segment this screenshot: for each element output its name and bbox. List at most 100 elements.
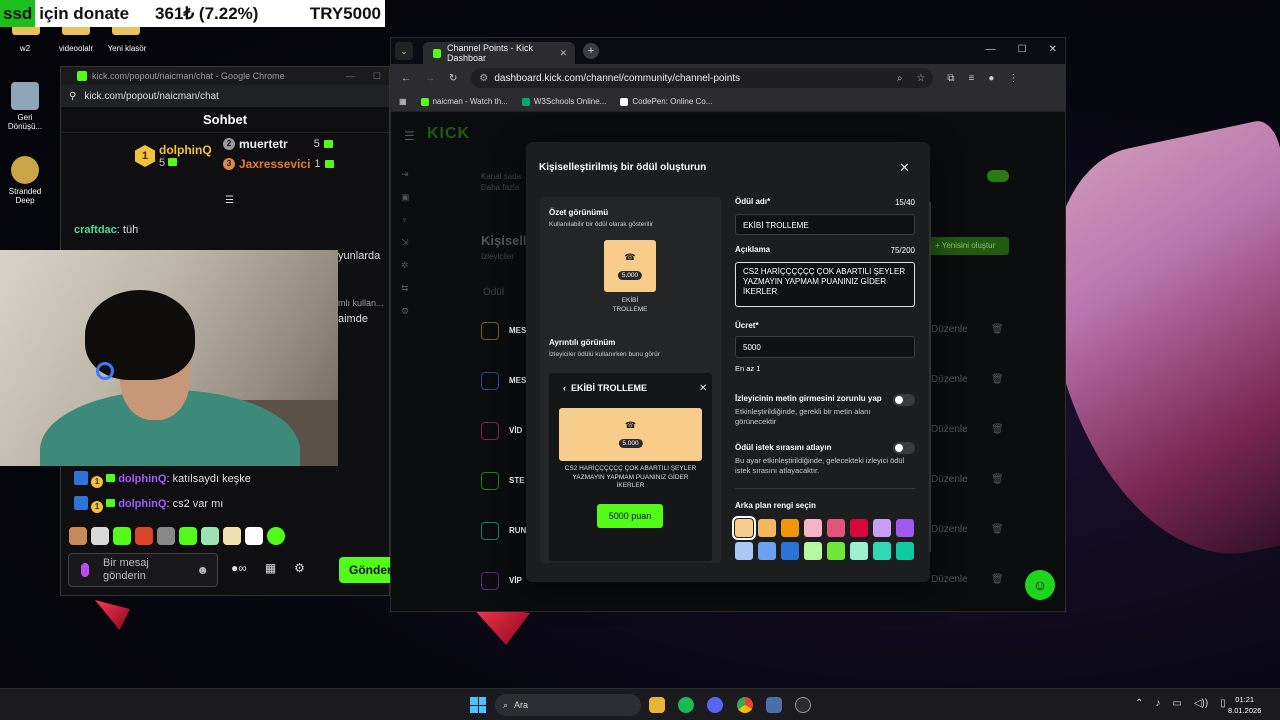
chevron-left-icon[interactable]: ‹ xyxy=(563,383,566,393)
chevron-up-icon[interactable]: ⌃ xyxy=(1135,698,1143,709)
desktop-icon-yeni-klasor[interactable]: Yeni klasör xyxy=(99,44,155,53)
color-swatch[interactable] xyxy=(781,542,799,560)
channel-points-icon[interactable]: ●∞ xyxy=(231,561,247,575)
emote-icon[interactable] xyxy=(91,527,109,545)
spotify-icon[interactable] xyxy=(678,697,694,713)
chrome-icon[interactable] xyxy=(737,697,753,713)
modal-scrollbar[interactable] xyxy=(929,202,931,552)
channel-points-toggle[interactable] xyxy=(987,170,1009,182)
close-icon[interactable]: ✕ xyxy=(1049,44,1057,55)
leaderboard-first[interactable]: 1 dolphinQ 5 xyxy=(135,143,212,169)
battery-icon[interactable]: ▯ xyxy=(1220,698,1226,709)
apps-icon[interactable]: ▦ xyxy=(399,97,407,106)
reload-icon[interactable]: ↻ xyxy=(449,73,457,84)
chat-url-bar[interactable]: ⚲ kick.com/popout/naicman/chat xyxy=(61,85,389,107)
color-swatch[interactable] xyxy=(896,519,914,537)
display-icon[interactable]: ▭ xyxy=(1172,698,1181,709)
file-explorer-icon[interactable] xyxy=(649,697,665,713)
sidebar-icon[interactable]: ⇲ xyxy=(401,237,410,248)
microphone-icon[interactable] xyxy=(81,563,89,577)
sidebar-icon[interactable]: ⇥ xyxy=(401,169,410,180)
color-swatch[interactable] xyxy=(873,519,891,537)
color-swatch[interactable] xyxy=(758,519,776,537)
maximize-icon[interactable]: ☐ xyxy=(373,71,381,82)
site-info-icon[interactable]: ⚲ xyxy=(69,91,76,102)
collapse-icon[interactable]: ☰ xyxy=(225,195,234,206)
emote-icon[interactable] xyxy=(157,527,175,545)
color-swatch[interactable] xyxy=(873,542,891,560)
emoji-icon[interactable]: ☻ xyxy=(196,563,209,577)
chat-message-input[interactable]: Bir mesaj gönderin ☻ xyxy=(68,553,218,587)
skip-queue-toggle[interactable] xyxy=(893,442,915,454)
leaderboard-third[interactable]: 3 Jaxressevici 1 xyxy=(223,157,334,171)
steam-icon[interactable] xyxy=(795,697,811,713)
minimize-icon[interactable]: — xyxy=(986,44,996,55)
emote-icon[interactable] xyxy=(69,527,87,545)
sidebar-icon[interactable]: ▣ xyxy=(401,192,410,203)
maximize-icon[interactable]: ☐ xyxy=(1018,44,1027,55)
site-info-icon[interactable]: ⚙ xyxy=(479,73,488,84)
support-chat-button[interactable]: ☺ xyxy=(1025,570,1055,600)
color-swatch[interactable] xyxy=(896,542,914,560)
profile-avatar[interactable]: ● xyxy=(988,73,994,84)
emote-icon[interactable] xyxy=(201,527,219,545)
forward-icon[interactable]: → xyxy=(425,73,435,84)
bookmark-item[interactable]: naicman - Watch th... xyxy=(420,97,508,106)
search-icon[interactable]: ⌕ xyxy=(897,73,903,84)
color-swatch[interactable] xyxy=(804,542,822,560)
color-swatch[interactable] xyxy=(850,519,868,537)
chat-window-titlebar[interactable]: kick.com/popout/naicman/chat - Google Ch… xyxy=(61,67,389,85)
microphone-icon[interactable]: ♪ xyxy=(1155,698,1160,709)
discord-icon[interactable] xyxy=(707,697,723,713)
bookmark-star-icon[interactable]: ☆ xyxy=(916,73,925,84)
desktop-icon-videoolalr[interactable]: videoolalr xyxy=(48,44,104,53)
taskbar-search[interactable]: ⌕ Ara xyxy=(495,694,641,716)
sidebar-icon[interactable]: ♆ xyxy=(401,215,410,225)
close-tab-icon[interactable]: ✕ xyxy=(559,48,567,59)
menu-icon[interactable]: ☰ xyxy=(404,129,415,143)
reward-name-input[interactable]: EKİBİ TROLLEME xyxy=(735,214,915,235)
emote-icon[interactable] xyxy=(267,527,285,545)
color-swatch[interactable] xyxy=(827,542,845,560)
kick-logo[interactable]: KICK xyxy=(427,125,470,143)
desktop-icon-stranded-deep[interactable]: Stranded Deep xyxy=(0,156,53,205)
bookmark-item[interactable]: W3Schools Online... xyxy=(521,97,606,106)
emote-icon[interactable] xyxy=(135,527,153,545)
redeem-points-button[interactable]: 5000 puan xyxy=(597,504,663,528)
taskbar-clock[interactable]: 01:21 8.01.2026 xyxy=(1228,694,1261,716)
emote-icon[interactable] xyxy=(223,527,241,545)
desktop-icon-recycle-bin[interactable]: Geri Dönüşü... xyxy=(0,82,53,131)
close-icon[interactable]: ✕ xyxy=(899,160,910,176)
color-swatch[interactable] xyxy=(758,542,776,560)
desktop-icon-w2[interactable]: w2 xyxy=(0,44,53,53)
extensions-icon[interactable]: ⧉ xyxy=(947,73,954,84)
minimize-icon[interactable]: — xyxy=(346,71,355,82)
description-textarea[interactable]: CS2 HARİÇÇÇÇÇÇ ÇOK ABARTILI ŞEYLER YAZMA… xyxy=(735,262,915,307)
media-icon[interactable]: ≡ xyxy=(969,73,975,84)
settings-icon[interactable]: ⚙ xyxy=(294,561,305,575)
tab-search-icon[interactable]: ⌄ xyxy=(395,42,413,60)
leaderboard-second[interactable]: 2 muertetr 5 xyxy=(223,137,333,151)
require-text-toggle[interactable] xyxy=(893,394,915,406)
sidebar-icon[interactable]: ⇆ xyxy=(401,283,410,294)
close-icon[interactable]: ✕ xyxy=(699,383,707,394)
color-swatch[interactable] xyxy=(804,519,822,537)
color-swatch[interactable] xyxy=(850,542,868,560)
new-tab-button[interactable]: + xyxy=(583,43,599,59)
create-new-button[interactable]: + Yenisini oluştur xyxy=(929,237,1009,255)
back-icon[interactable]: ← xyxy=(401,73,411,84)
color-swatch[interactable] xyxy=(735,542,753,560)
cost-input[interactable]: 5000 xyxy=(735,336,915,358)
start-button[interactable] xyxy=(470,697,486,713)
volume-icon[interactable]: ◁)) xyxy=(1194,698,1208,709)
app-icon[interactable] xyxy=(766,697,782,713)
bookmark-item[interactable]: CodePen: Online Co... xyxy=(620,97,712,106)
emote-icon[interactable] xyxy=(245,527,263,545)
color-swatch[interactable] xyxy=(827,519,845,537)
sidebar-icon[interactable]: ✲ xyxy=(401,260,410,271)
sidebar-icon[interactable]: ⚙ xyxy=(401,306,410,317)
color-swatch[interactable] xyxy=(781,519,799,537)
tab-channel-points[interactable]: Channel Points - Kick Dashboar ✕ xyxy=(423,42,575,64)
color-swatch[interactable] xyxy=(732,516,756,540)
url-input[interactable]: ⚙ dashboard.kick.com/channel/community/c… xyxy=(471,68,934,88)
